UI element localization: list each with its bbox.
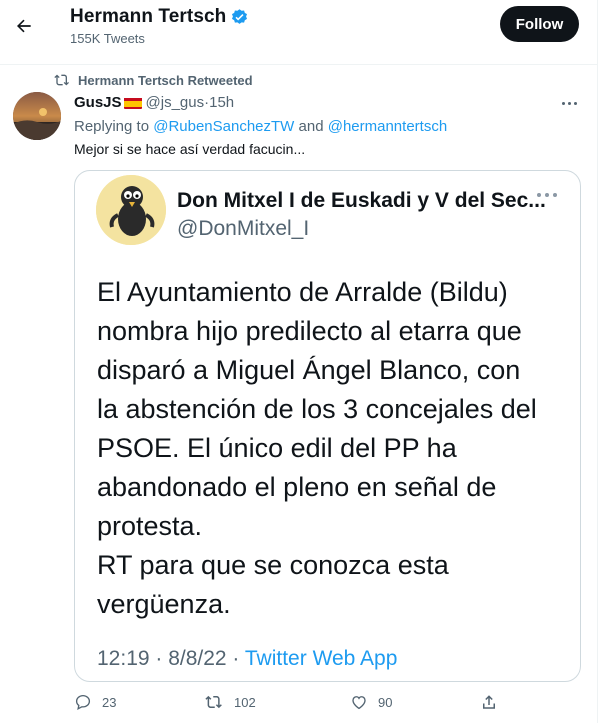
- tweet-count: 155K Tweets: [70, 31, 145, 46]
- replying-to: Replying to @RubenSanchezTW and @hermann…: [74, 118, 447, 135]
- header-divider: [0, 64, 597, 65]
- embedded-source: Twitter Web App: [244, 647, 398, 670]
- retweet-count: 102: [234, 694, 256, 710]
- share-icon: [483, 695, 495, 709]
- follow-button[interactable]: Follow: [500, 6, 579, 42]
- like-count: 90: [378, 694, 393, 710]
- reply-mention-1[interactable]: @RubenSanchezTW: [153, 118, 294, 135]
- tweet-text: Mejor si se hace así verdad facucin...: [74, 141, 306, 157]
- author-name[interactable]: GusJS: [74, 94, 122, 111]
- embedded-timestamp: 12:19 · 8/8/22 ·: [97, 647, 245, 670]
- heart-icon: [352, 696, 366, 710]
- reply-icon: [75, 694, 91, 711]
- retweet-label[interactable]: Hermann Tertsch Retweeted: [78, 73, 253, 88]
- replying-prefix: Replying to: [74, 118, 154, 135]
- retweet-icon: [54, 74, 69, 86]
- share-button[interactable]: [480, 693, 498, 711]
- tweet-image[interactable]: Don Mitxel I de Euskadi y V del Sec... @…: [74, 170, 581, 682]
- embedded-more-icon: [537, 193, 557, 197]
- reply-button[interactable]: 23: [74, 693, 116, 711]
- more-dot-icon: [567, 101, 571, 105]
- retweet-indicator: Hermann Tertsch Retweeted: [54, 72, 253, 88]
- page-title: Hermann Tertsch: [70, 6, 227, 27]
- reply-and: and: [294, 118, 328, 135]
- flag-spain-icon: [123, 97, 142, 109]
- header-title-block: Hermann Tertsch 155K Tweets: [70, 6, 249, 46]
- like-button[interactable]: 90: [350, 693, 392, 711]
- retweet-icon: [205, 695, 222, 709]
- verified-badge-icon: [230, 8, 249, 27]
- back-button[interactable]: [6, 8, 42, 44]
- page-border: [597, 0, 605, 723]
- embedded-tweet-text: El Ayuntamiento de Arralde (Bildu) nombr…: [97, 277, 537, 619]
- author-avatar[interactable]: [13, 92, 61, 140]
- arrow-left-icon: [17, 19, 31, 33]
- reply-count: 23: [102, 694, 117, 710]
- embedded-meta: 12:19 · 8/8/22 · Twitter Web App: [97, 647, 397, 671]
- tweet-time[interactable]: 15h: [209, 94, 234, 111]
- embedded-author-handle: @DonMitxel_I: [177, 217, 310, 240]
- profile-header: Hermann Tertsch 155K Tweets Follow: [0, 0, 597, 56]
- more-dot-icon: [561, 101, 565, 105]
- more-dot-icon: [573, 101, 577, 105]
- embedded-avatar: [96, 175, 166, 245]
- reply-mention-2[interactable]: @hermanntertsch: [328, 118, 447, 135]
- more-options-button[interactable]: [558, 93, 580, 113]
- tweet-actions: 23 102 90: [74, 693, 514, 715]
- tweet-author-row: GusJS @js_gus · 15h: [74, 94, 234, 111]
- embedded-author-name: Don Mitxel I de Euskadi y V del Sec...: [177, 189, 546, 212]
- author-handle[interactable]: @js_gus: [146, 94, 205, 111]
- retweet-button[interactable]: 102: [204, 693, 256, 711]
